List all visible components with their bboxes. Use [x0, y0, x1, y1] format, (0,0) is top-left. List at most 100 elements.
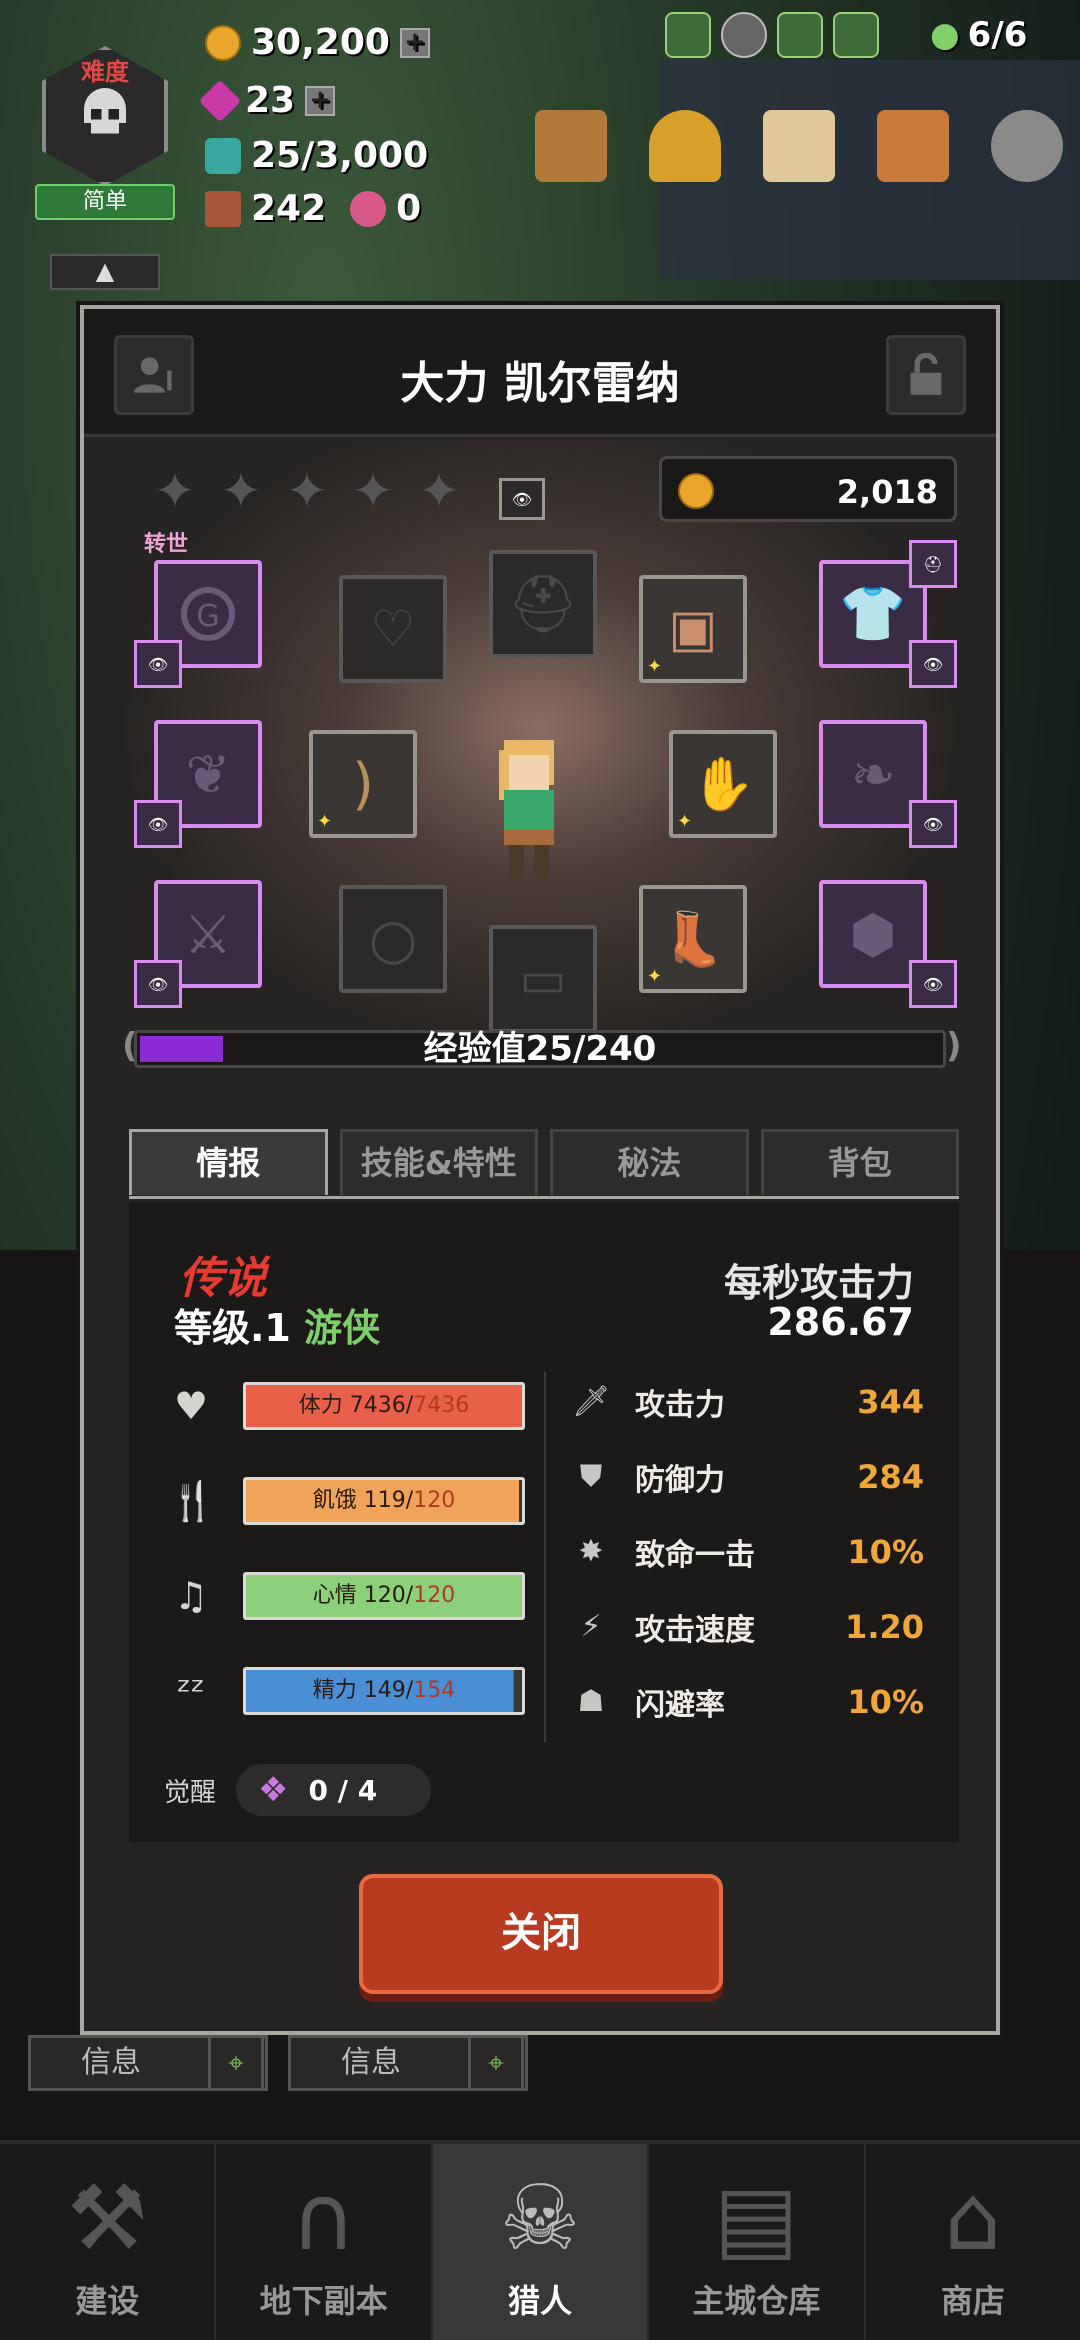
- fork-knife-icon: 🍴: [169, 1479, 217, 1523]
- gift-box-icon[interactable]: [833, 12, 879, 58]
- stat-name: 攻击力: [635, 1388, 725, 1423]
- eye-icon[interactable]: 👁: [909, 640, 957, 688]
- stat-value: 10%: [847, 1533, 924, 1571]
- hunter-sprite[interactable]: [479, 730, 579, 900]
- boots-slot[interactable]: 👢 ✦: [639, 885, 747, 993]
- mana-resource: 25/3,000: [205, 135, 428, 176]
- need-label: 精力: [312, 1678, 357, 1703]
- heart-icon: ♥: [173, 1384, 209, 1428]
- helmet-slot[interactable]: ⛑: [489, 550, 597, 658]
- need-current: 7436: [349, 1393, 406, 1418]
- difficulty-badge[interactable]: 难度 简单: [30, 40, 180, 220]
- need-label: 体力: [298, 1393, 343, 1418]
- weapon-slot[interactable]: ) ✦: [309, 730, 417, 838]
- level-class: 等级.1 游侠: [174, 1297, 380, 1352]
- stat-defense: ⛊ 防御力 284: [569, 1455, 924, 1499]
- nav-shop[interactable]: ⌂ 商店: [866, 2144, 1080, 2340]
- awaken-label: 觉醒: [164, 1777, 217, 1808]
- need-label: 心情: [312, 1583, 357, 1608]
- difficulty-label: 难度: [81, 58, 129, 86]
- need-health: ♥ 体力 7436/7436: [169, 1382, 525, 1430]
- compass-icon[interactable]: [721, 12, 767, 58]
- star-rating: ✦ ✦ ✦ ✦ ✦: [149, 465, 465, 517]
- collapse-quest-tab[interactable]: ▲: [50, 254, 160, 290]
- close-button[interactable]: 关闭: [359, 1874, 723, 1994]
- letter-icon[interactable]: [763, 110, 835, 182]
- potion-icon[interactable]: [777, 12, 823, 58]
- difficulty-value: 简单: [35, 184, 175, 220]
- nav-storage[interactable]: ▤ 主城仓库: [649, 2144, 866, 2340]
- shop-icon: ⌂: [944, 2166, 1002, 2271]
- music-note-icon: ♫: [173, 1574, 209, 1618]
- nav-label: 猎人: [508, 2282, 573, 2320]
- equipment-area: ✦ ✦ ✦ ✦ ✦ 转世 2,018 G 👁 ❦ 👁 ⚔ 👁 👕 ⛑ 👁 ❧ 👁…: [84, 440, 996, 1080]
- ring-slot[interactable]: ○: [339, 885, 447, 993]
- stat-attack: 🗡 攻击力 344: [569, 1380, 924, 1424]
- gem-resource: 23 +: [198, 79, 336, 122]
- hunter-slots: ● 6/6: [930, 15, 1027, 55]
- tab-arcana[interactable]: 秘法: [550, 1129, 749, 1195]
- eye-icon[interactable]: 👁: [909, 800, 957, 848]
- bottom-nav: ⚒ 建设 ∩ 地下副本 ☠ 猎人 ▤ 主城仓库 ⌂ 商店: [0, 2140, 1080, 2340]
- need-current: 119: [363, 1488, 406, 1513]
- nav-build[interactable]: ⚒ 建设: [0, 2144, 217, 2340]
- gloves-slot[interactable]: ✋ ✦: [669, 730, 777, 838]
- stat-value: 1.20: [845, 1608, 924, 1646]
- armor-slot[interactable]: ▣ ✦: [639, 575, 747, 683]
- nav-label: 主城仓库: [692, 2282, 821, 2320]
- quest-icon[interactable]: [877, 110, 949, 182]
- star-icon: ✦: [352, 462, 394, 520]
- target-icon[interactable]: ⌖: [208, 2035, 264, 2091]
- eye-icon[interactable]: 👁: [134, 800, 182, 848]
- lock-button[interactable]: [886, 335, 966, 415]
- nav-dungeon[interactable]: ∩ 地下副本: [216, 2144, 433, 2340]
- gear-icon[interactable]: [991, 110, 1063, 182]
- stat-evasion: ☗ 闪避率 10%: [569, 1680, 924, 1724]
- info-panel: 传说 等级.1 游侠 每秒攻击力 286.67 ♥ 体力 7436/7436 🍴…: [129, 1202, 959, 1842]
- sparkle-icon: ✦: [317, 811, 333, 832]
- stat-critical: ✸ 致命一击 10%: [569, 1530, 924, 1574]
- nav-label: 地下副本: [259, 2282, 388, 2320]
- hunter-gold: 2,018: [659, 456, 957, 522]
- book-icon[interactable]: [535, 110, 607, 182]
- trophy-icon[interactable]: [649, 110, 721, 182]
- hunter-gold-amount: 2,018: [836, 473, 938, 511]
- need-hunger: 🍴 飢饿 119/120: [169, 1477, 525, 1525]
- gold-coin-icon: [205, 24, 241, 61]
- add-gem-button[interactable]: +: [305, 85, 336, 116]
- tab-skills[interactable]: 技能&特性: [339, 1129, 538, 1195]
- need-max: 154: [413, 1678, 456, 1703]
- need-bar: 飢饿 119/120: [243, 1477, 525, 1525]
- necklace-icon: ♡: [370, 600, 416, 658]
- target-icon[interactable]: ⌖: [468, 2035, 524, 2091]
- eye-icon[interactable]: 👁: [499, 478, 545, 520]
- dps-value: 286.67: [767, 1300, 914, 1344]
- shield-icon: ⛊: [579, 1459, 603, 1494]
- nav-label: 建设: [75, 2282, 140, 2320]
- necklace-slot[interactable]: ♡: [339, 575, 447, 683]
- star-icon: ✦: [286, 462, 328, 520]
- nav-hunter[interactable]: ☠ 猎人: [432, 2144, 650, 2340]
- eye-icon[interactable]: 👁: [134, 640, 182, 688]
- eye-icon[interactable]: 👁: [134, 960, 182, 1008]
- belt-slot[interactable]: ▭: [489, 925, 597, 1033]
- gold-coin-icon: [678, 473, 714, 509]
- burst-icon: ✸: [578, 1534, 604, 1569]
- stats-divider: [544, 1372, 546, 1742]
- stat-name: 致命一击: [635, 1538, 755, 1573]
- gift-box-icon[interactable]: [665, 12, 711, 58]
- need-bar: 心情 120/120: [243, 1572, 525, 1620]
- tab-inventory[interactable]: 背包: [760, 1129, 959, 1195]
- stat-value: 10%: [847, 1683, 924, 1721]
- stat-name: 防御力: [635, 1463, 725, 1498]
- add-gold-button[interactable]: +: [399, 27, 430, 58]
- star-icon: ✦: [154, 462, 196, 520]
- rebirth-label: 转世: [144, 532, 189, 557]
- sword-icon: 🗡: [571, 1384, 611, 1419]
- mana-crystal-icon: [205, 137, 241, 174]
- svg-text:G: G: [196, 599, 219, 634]
- tab-info[interactable]: 情报: [129, 1129, 328, 1195]
- need-bar: 体力 7436/7436: [243, 1382, 525, 1430]
- eye-icon[interactable]: 👁: [909, 960, 957, 1008]
- awaken-progress[interactable]: ❖ 0 / 4: [236, 1764, 432, 1816]
